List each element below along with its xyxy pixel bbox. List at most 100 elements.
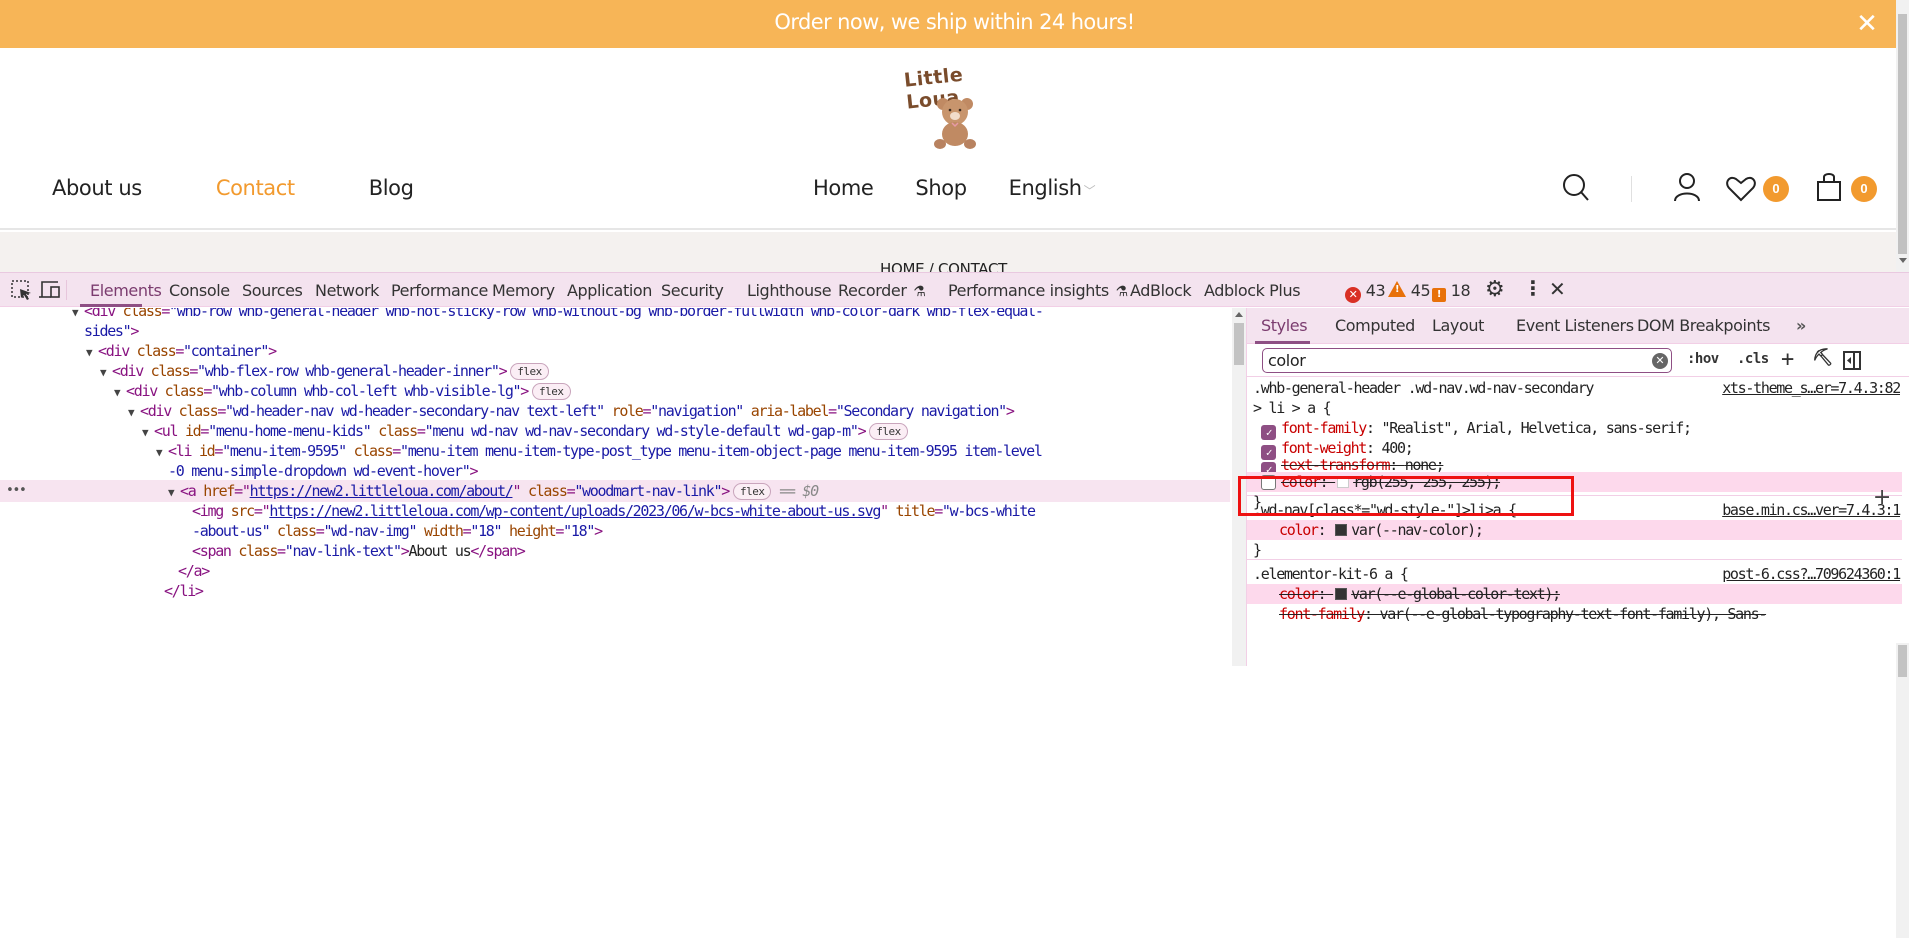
rule-selector[interactable]: .wd-nav[class*="wd-style-"]>li>a {base.m… xyxy=(1247,500,1902,520)
css-declaration[interactable]: ✓ font-family: "Realist", Arial, Helvetic… xyxy=(1247,418,1902,440)
elements-tree[interactable]: ▼ <div class="whb-row whb-general-header … xyxy=(0,308,1238,666)
tab-application[interactable]: Application xyxy=(567,281,652,300)
dom-node[interactable]: ▼ <div class="whb-flex-row whb-general-he… xyxy=(100,360,549,382)
tab-layout[interactable]: Layout xyxy=(1432,316,1484,335)
tab-console[interactable]: Console xyxy=(169,281,230,300)
expand-triangle-icon[interactable]: ▼ xyxy=(156,442,168,464)
issues-counter[interactable]: ! 18 xyxy=(1432,281,1471,302)
expand-triangle-icon[interactable]: ▼ xyxy=(142,422,154,444)
nav-link-home[interactable]: Home xyxy=(813,176,874,200)
tab-memory[interactable]: Memory xyxy=(492,281,555,300)
tab-elements[interactable]: Elements xyxy=(90,281,162,300)
rule-selector[interactable]: .elementor-kit-6 a {post-6.css?…70962436… xyxy=(1247,564,1902,584)
rule-source-link[interactable]: xts-theme_s…er=7.4.3:82 xyxy=(1722,378,1901,398)
tab-network[interactable]: Network xyxy=(315,281,379,300)
styles-scrollbar[interactable] xyxy=(1896,643,1909,938)
tab-recorder[interactable]: Recorder ⚗ xyxy=(838,281,926,300)
elements-scrollbar[interactable] xyxy=(1232,308,1246,666)
user-icon[interactable] xyxy=(1672,172,1702,202)
href-link[interactable]: https://new2.littleloua.com/about/ xyxy=(250,482,514,500)
tab-lighthouse[interactable]: Lighthouse xyxy=(747,281,832,300)
search-icon[interactable] xyxy=(1562,173,1590,203)
clear-filter-icon[interactable]: ✕ xyxy=(1652,353,1668,369)
tab-performance-insights[interactable]: Performance insights ⚗ xyxy=(948,281,1128,300)
close-icon[interactable]: ✕ xyxy=(1853,9,1881,37)
expand-triangle-icon[interactable]: ▼ xyxy=(72,308,84,324)
settings-gear-icon[interactable]: ⚙ xyxy=(1485,277,1505,302)
tab-styles[interactable]: Styles xyxy=(1261,316,1308,335)
dom-node[interactable]: ▼ <div class="whb-column whb-col-left whb… xyxy=(114,380,571,402)
more-tabs-icon[interactable]: » xyxy=(1796,316,1806,335)
css-declaration[interactable]: ✓ font-weight: 400; xyxy=(1247,438,1902,460)
inspect-element-icon[interactable] xyxy=(10,279,34,301)
logo[interactable]: Little Loua xyxy=(895,54,1015,154)
dom-node[interactable]: <img src="https://new2.littleloua.com/wp… xyxy=(192,500,1036,522)
scroll-up-arrow[interactable] xyxy=(1235,312,1243,317)
dom-node[interactable]: ▼ <div class="whb-row whb-general-header … xyxy=(72,308,1044,324)
expand-triangle-icon[interactable]: ▼ xyxy=(86,342,98,364)
page-scrollbar[interactable] xyxy=(1896,0,1909,272)
flex-badge[interactable]: flex xyxy=(532,383,571,400)
dom-close-tag[interactable]: </a> xyxy=(178,560,210,582)
css-declaration-highlighted[interactable]: color: var(--e-global-color-text); xyxy=(1247,584,1902,604)
flex-badge[interactable]: flex xyxy=(732,483,772,500)
nav-link-shop[interactable]: Shop xyxy=(915,176,967,200)
css-declaration[interactable]: ✓ text-transform: none; xyxy=(1247,458,1902,472)
dom-node[interactable]: ▼ <li id="menu-item-9595" class="menu-ite… xyxy=(156,440,1043,464)
flex-badge[interactable]: flex xyxy=(510,363,549,380)
flex-badge[interactable]: flex xyxy=(869,423,908,440)
class-toggle[interactable]: .cls xyxy=(1737,351,1769,367)
tab-security[interactable]: Security xyxy=(661,281,724,300)
rule-source-link[interactable]: base.min.cs…ver=7.4.3:1 xyxy=(1722,500,1901,520)
dom-close-tag[interactable]: </li> xyxy=(164,580,204,602)
nav-link-contact[interactable]: Contact xyxy=(216,176,295,200)
dom-node[interactable]: ▼ <ul id="menu-home-menu-kids" class="men… xyxy=(142,420,908,442)
paint-roller-icon[interactable]: ⛏ xyxy=(1812,348,1834,368)
dom-node[interactable]: ▼ <div class="container"> xyxy=(86,340,277,364)
color-swatch[interactable] xyxy=(1335,524,1348,536)
src-link[interactable]: https://new2.littleloua.com/wp-content/u… xyxy=(269,502,881,520)
scroll-down-arrow[interactable] xyxy=(1899,258,1907,263)
toggle-sidebar-icon[interactable] xyxy=(1843,351,1861,370)
css-declaration[interactable]: font-family: var(--e-global-typography-t… xyxy=(1247,604,1902,624)
tab-sources[interactable]: Sources xyxy=(242,281,303,300)
expand-triangle-icon[interactable]: ▼ xyxy=(168,482,180,504)
scrollbar-thumb[interactable] xyxy=(1898,645,1907,677)
scrollbar-thumb[interactable] xyxy=(1234,323,1244,365)
language-selector[interactable]: English ﹀ xyxy=(1009,176,1096,200)
tab-adblock[interactable]: AdBlock xyxy=(1130,281,1192,300)
color-swatch[interactable] xyxy=(1337,476,1350,488)
error-counter[interactable]: ✕ 43 xyxy=(1345,281,1386,303)
selected-dom-node[interactable]: ••• ▼ <a href="https://new2.littleloua.co… xyxy=(0,480,1230,502)
scrollbar-thumb[interactable] xyxy=(1898,14,1907,254)
nav-link-about-us[interactable]: About us xyxy=(52,176,142,200)
color-swatch[interactable] xyxy=(1335,588,1348,600)
expand-triangle-icon[interactable]: ▼ xyxy=(100,362,112,384)
css-declaration-highlighted[interactable]: color: rgb(255, 255, 255); xyxy=(1247,472,1902,492)
rule-source-link[interactable]: post-6.css?…709624360:1 xyxy=(1722,564,1901,584)
rule-selector[interactable]: .whb-general-header .wd-nav.wd-nav-secon… xyxy=(1247,378,1902,398)
styles-filter-input[interactable] xyxy=(1262,348,1672,373)
tab-event-listeners[interactable]: Event Listeners xyxy=(1516,316,1634,335)
warning-counter[interactable]: 45 xyxy=(1388,281,1431,300)
tab-dom-breakpoints[interactable]: DOM Breakpoints xyxy=(1637,316,1770,335)
more-actions-icon[interactable]: ••• xyxy=(6,480,27,502)
tab-computed[interactable]: Computed xyxy=(1335,316,1415,335)
nav-link-blog[interactable]: Blog xyxy=(369,176,414,200)
shopping-bag-icon[interactable] xyxy=(1816,172,1842,202)
tab-adblock-plus[interactable]: Adblock Plus xyxy=(1204,281,1301,300)
declaration-checkbox[interactable] xyxy=(1261,475,1276,490)
heart-icon[interactable] xyxy=(1726,176,1756,202)
device-toolbar-icon[interactable] xyxy=(38,279,62,301)
hover-state-toggle[interactable]: :hov xyxy=(1687,351,1719,367)
new-style-rule-icon[interactable]: + xyxy=(1781,347,1794,372)
declaration-checkbox[interactable]: ✓ xyxy=(1261,462,1276,472)
close-devtools-icon[interactable]: ✕ xyxy=(1549,277,1566,301)
more-options-icon[interactable]: ⋮ xyxy=(1523,276,1543,300)
dom-node[interactable]: <span class="nav-link-text">About us</sp… xyxy=(192,540,526,562)
css-declaration-highlighted[interactable]: color: var(--nav-color); xyxy=(1247,520,1902,540)
dom-node[interactable]: ▼ <div class="wd-header-nav wd-header-sec… xyxy=(128,400,1015,424)
expand-triangle-icon[interactable]: ▼ xyxy=(128,402,140,424)
expand-triangle-icon[interactable]: ▼ xyxy=(114,382,126,404)
tab-performance[interactable]: Performance xyxy=(391,281,488,300)
